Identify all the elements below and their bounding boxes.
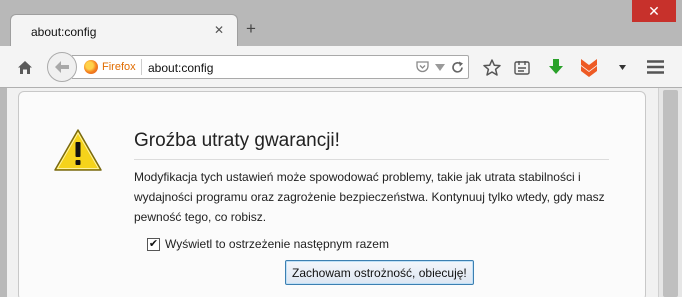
warning-icon bbox=[53, 128, 103, 175]
reload-icon[interactable] bbox=[449, 59, 465, 75]
download-icon[interactable] bbox=[546, 57, 566, 77]
home-icon[interactable] bbox=[14, 56, 36, 78]
url-bar[interactable]: Firefox about:config bbox=[72, 55, 469, 79]
window-close-button[interactable]: ✕ bbox=[632, 0, 676, 22]
tab-title: about:config bbox=[31, 25, 97, 39]
tab-close-icon[interactable]: ✕ bbox=[212, 23, 226, 37]
accept-risk-button[interactable]: Zachowam ostrożność, obiecuję! bbox=[285, 260, 474, 285]
vertical-scrollbar[interactable] bbox=[658, 88, 682, 297]
firefox-logo-icon bbox=[84, 60, 98, 74]
new-tab-button[interactable]: + bbox=[242, 20, 260, 38]
url-input[interactable]: about:config bbox=[148, 61, 213, 75]
star-icon[interactable] bbox=[482, 57, 502, 77]
tab-about-config[interactable]: about:config ✕ bbox=[10, 14, 238, 47]
pocket-icon[interactable] bbox=[414, 59, 430, 75]
navigation-toolbar: Firefox about:config bbox=[0, 46, 682, 88]
page-title: Groźba utraty gwarancji! bbox=[134, 130, 609, 160]
reading-list-icon[interactable] bbox=[512, 57, 532, 77]
page-viewport: Groźba utraty gwarancji! Modyfikacja tyc… bbox=[7, 88, 658, 297]
identity-label[interactable]: Firefox bbox=[102, 61, 136, 73]
show-warning-checkbox-row[interactable]: ✔ Wyświetl to ostrzeżenie następnym raze… bbox=[147, 236, 389, 252]
chevron-down-icon[interactable] bbox=[612, 57, 632, 77]
show-warning-checkbox[interactable]: ✔ bbox=[147, 237, 160, 251]
checkbox-label: Wyświetl to ostrzeżenie następnym razem bbox=[165, 237, 389, 251]
hamburger-menu-icon[interactable] bbox=[645, 57, 665, 77]
extension-icon[interactable] bbox=[579, 57, 599, 77]
url-separator bbox=[141, 59, 142, 75]
dropdown-arrow-icon[interactable] bbox=[432, 59, 448, 75]
tab-strip: about:config ✕ + ✕ bbox=[0, 0, 682, 47]
warning-message: Modyfikacja tych ustawień może spowodowa… bbox=[134, 170, 605, 224]
warning-card: Groźba utraty gwarancji! Modyfikacja tyc… bbox=[18, 91, 646, 297]
scrollbar-thumb[interactable] bbox=[663, 90, 678, 297]
back-button[interactable] bbox=[47, 52, 77, 82]
